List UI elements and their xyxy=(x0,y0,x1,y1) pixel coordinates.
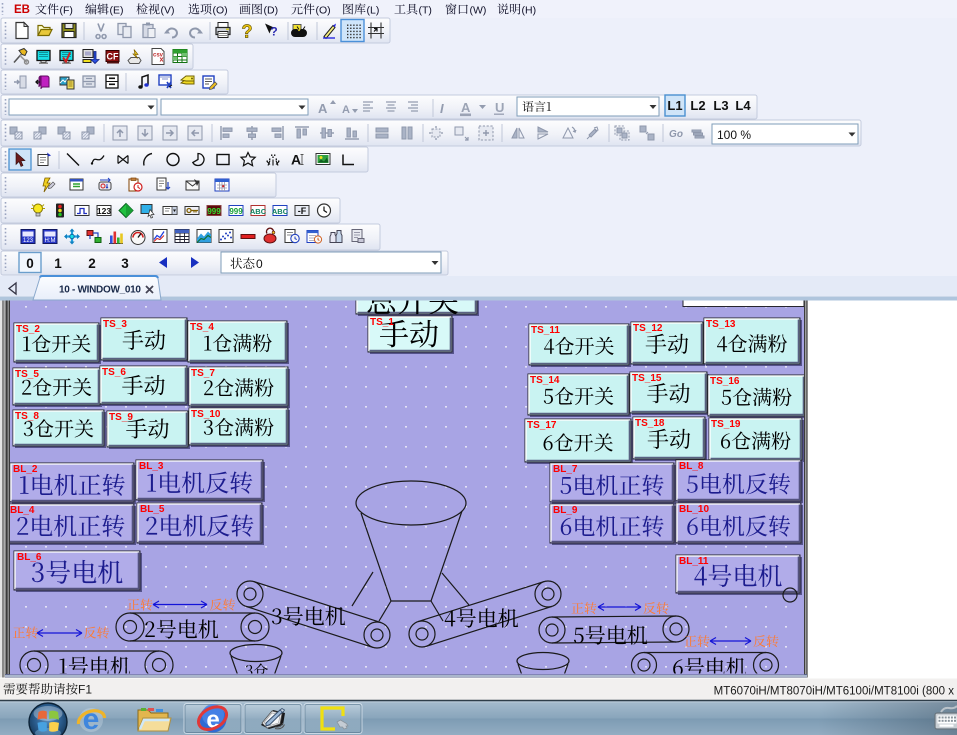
svg-text:-F: -F xyxy=(298,206,307,216)
svg-text:123: 123 xyxy=(97,206,111,216)
svg-text:(L): (L) xyxy=(367,5,380,17)
svg-text:H:M: H:M xyxy=(45,238,56,244)
svg-text:TS_19: TS_19 xyxy=(711,419,741,430)
svg-text:BL_5: BL_5 xyxy=(140,504,165,515)
svg-text:TS_3: TS_3 xyxy=(103,319,127,330)
svg-text:999: 999 xyxy=(229,207,243,216)
svg-text:A: A xyxy=(318,101,328,116)
svg-text:CF: CF xyxy=(107,52,119,62)
svg-text:I: I xyxy=(440,101,444,116)
svg-text:EB: EB xyxy=(14,4,30,16)
svg-text:10 - WINDOW_010: 10 - WINDOW_010 xyxy=(59,285,141,296)
svg-text:(W): (W) xyxy=(470,5,487,17)
svg-text:L4: L4 xyxy=(735,98,751,113)
svg-text:TS_10: TS_10 xyxy=(191,409,221,420)
svg-text:A: A xyxy=(291,152,301,168)
svg-text:BL_11: BL_11 xyxy=(679,556,709,567)
svg-text:(T): (T) xyxy=(419,5,432,17)
svg-text:ABC: ABC xyxy=(250,207,267,216)
svg-text:?: ? xyxy=(270,25,277,39)
svg-text:BL_9: BL_9 xyxy=(553,505,578,516)
svg-text:U: U xyxy=(495,100,504,115)
svg-text:BL_6: BL_6 xyxy=(17,552,42,563)
svg-text:BL_3: BL_3 xyxy=(139,461,164,472)
svg-text:e: e xyxy=(83,703,100,735)
svg-text:L1: L1 xyxy=(667,98,682,113)
svg-text:TS_7: TS_7 xyxy=(191,368,215,379)
svg-text:MT6070iH/MT8070iH/MT6100i/MT81: MT6070iH/MT8070iH/MT6100i/MT8100i (800 x xyxy=(714,686,955,698)
svg-text:0: 0 xyxy=(26,256,34,271)
svg-text:?: ? xyxy=(242,22,253,42)
svg-text:(V): (V) xyxy=(161,5,175,17)
svg-text:F1: F1 xyxy=(78,683,92,697)
svg-text:0: 0 xyxy=(256,257,263,271)
svg-text:TS_12: TS_12 xyxy=(633,323,663,334)
svg-text:(F): (F) xyxy=(60,5,73,17)
svg-text:TS_14: TS_14 xyxy=(530,375,560,386)
svg-text:(O): (O) xyxy=(316,5,331,17)
svg-text:100 %: 100 % xyxy=(717,128,751,142)
svg-text:999: 999 xyxy=(207,207,221,216)
svg-text:TS_5: TS_5 xyxy=(15,369,39,380)
svg-text:L2: L2 xyxy=(690,98,705,113)
svg-text:L3: L3 xyxy=(713,98,728,113)
svg-text:csv: csv xyxy=(153,53,164,59)
svg-text:1: 1 xyxy=(54,256,62,271)
svg-text:BL_10: BL_10 xyxy=(679,504,709,515)
svg-text:TS_2: TS_2 xyxy=(16,324,40,335)
svg-text:TS_15: TS_15 xyxy=(632,373,662,384)
svg-text:A: A xyxy=(461,100,471,115)
svg-text:BL_4: BL_4 xyxy=(10,505,35,516)
svg-text:Go: Go xyxy=(669,129,683,140)
svg-text:TS_17: TS_17 xyxy=(527,420,557,431)
svg-text:TS_16: TS_16 xyxy=(710,376,740,387)
svg-text:TS_13: TS_13 xyxy=(706,319,736,330)
svg-text:(H): (H) xyxy=(522,5,537,17)
svg-text:BL_2: BL_2 xyxy=(13,464,38,475)
svg-text:123: 123 xyxy=(23,238,34,244)
svg-text:TS_18: TS_18 xyxy=(635,418,665,429)
svg-text:A: A xyxy=(342,104,350,116)
svg-text:(O): (O) xyxy=(213,5,228,17)
svg-text:BL_8: BL_8 xyxy=(679,461,704,472)
svg-text:3: 3 xyxy=(121,256,129,271)
svg-text:TS_4: TS_4 xyxy=(190,322,214,333)
svg-text:TS_8: TS_8 xyxy=(15,411,39,422)
svg-text:TS_1: TS_1 xyxy=(370,317,394,328)
svg-text:TS_9: TS_9 xyxy=(109,412,133,423)
svg-text:TS_11: TS_11 xyxy=(531,325,560,336)
svg-text:(E): (E) xyxy=(110,5,124,17)
svg-text:2: 2 xyxy=(88,256,96,271)
svg-text:BL_7: BL_7 xyxy=(553,464,578,475)
svg-text:TS_6: TS_6 xyxy=(102,367,126,378)
svg-text:ABC: ABC xyxy=(272,207,289,216)
svg-text:(D): (D) xyxy=(264,5,279,17)
